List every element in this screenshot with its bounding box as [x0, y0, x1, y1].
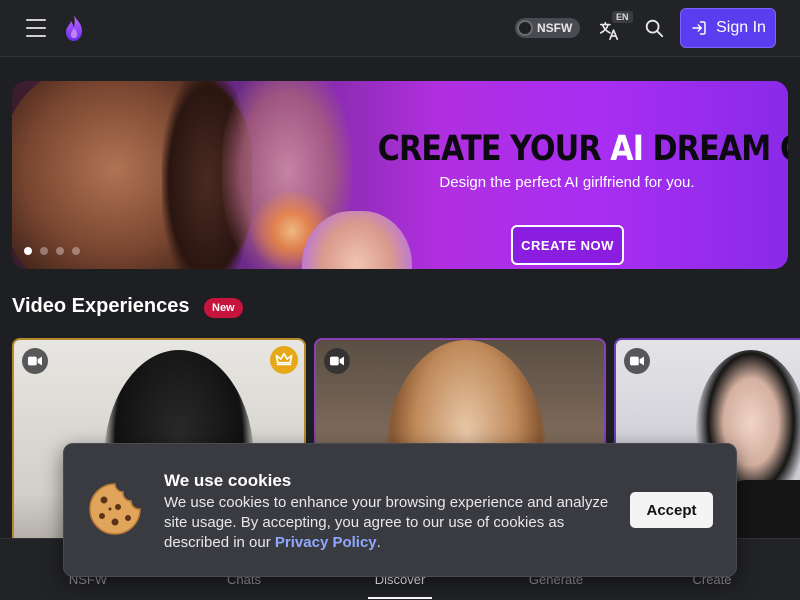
carousel-dot-4[interactable]: [72, 247, 80, 255]
nsfw-toggle-label: NSFW: [537, 21, 573, 35]
top-header: NSFW EN Sign In: [0, 0, 800, 57]
carousel-dot-2[interactable]: [40, 247, 48, 255]
app-root: NSFW EN Sign In CREATE YOUR AI DREAM Des…: [0, 0, 800, 600]
sign-in-button[interactable]: Sign In: [680, 8, 776, 48]
translate-icon: [599, 21, 619, 41]
video-camera-icon: [324, 348, 350, 374]
sign-in-label: Sign In: [716, 19, 766, 36]
cookie-title: We use cookies: [164, 471, 292, 490]
privacy-policy-link[interactable]: Privacy Policy: [275, 534, 377, 551]
language-button[interactable]: EN: [598, 11, 633, 42]
crown-premium-icon: [270, 346, 298, 374]
language-badge: EN: [612, 11, 633, 23]
banner-subtitle: Design the perfect AI girlfriend for you…: [439, 174, 695, 191]
accept-cookies-button[interactable]: Accept: [630, 492, 713, 528]
banner-headline: CREATE YOUR AI DREAM GIRL: [377, 129, 788, 169]
promo-banner[interactable]: CREATE YOUR AI DREAM GIRL Design the per…: [12, 81, 788, 269]
carousel-dots: [24, 247, 80, 255]
video-camera-icon: [624, 348, 650, 374]
login-icon: [692, 21, 706, 35]
cookie-consent-dialog: We use cookies We use cookies to enhance…: [63, 443, 737, 577]
create-now-button[interactable]: CREATE NOW: [511, 225, 624, 265]
cookie-description: We use cookies to enhance your browsing …: [164, 494, 609, 551]
video-camera-icon: [22, 348, 48, 374]
carousel-dot-3[interactable]: [56, 247, 64, 255]
section-title: Video Experiences: [12, 295, 190, 317]
active-tab-indicator: [368, 597, 432, 599]
new-badge: New: [204, 298, 243, 318]
toggle-knob: [517, 20, 533, 36]
carousel-dot-1[interactable]: [24, 247, 32, 255]
flame-logo-icon[interactable]: [62, 14, 86, 42]
hamburger-menu-icon[interactable]: [24, 17, 48, 39]
card-character-clothing: [726, 480, 800, 540]
search-icon[interactable]: [643, 17, 665, 39]
nsfw-toggle[interactable]: NSFW: [515, 18, 580, 38]
cookie-icon: [89, 483, 141, 535]
